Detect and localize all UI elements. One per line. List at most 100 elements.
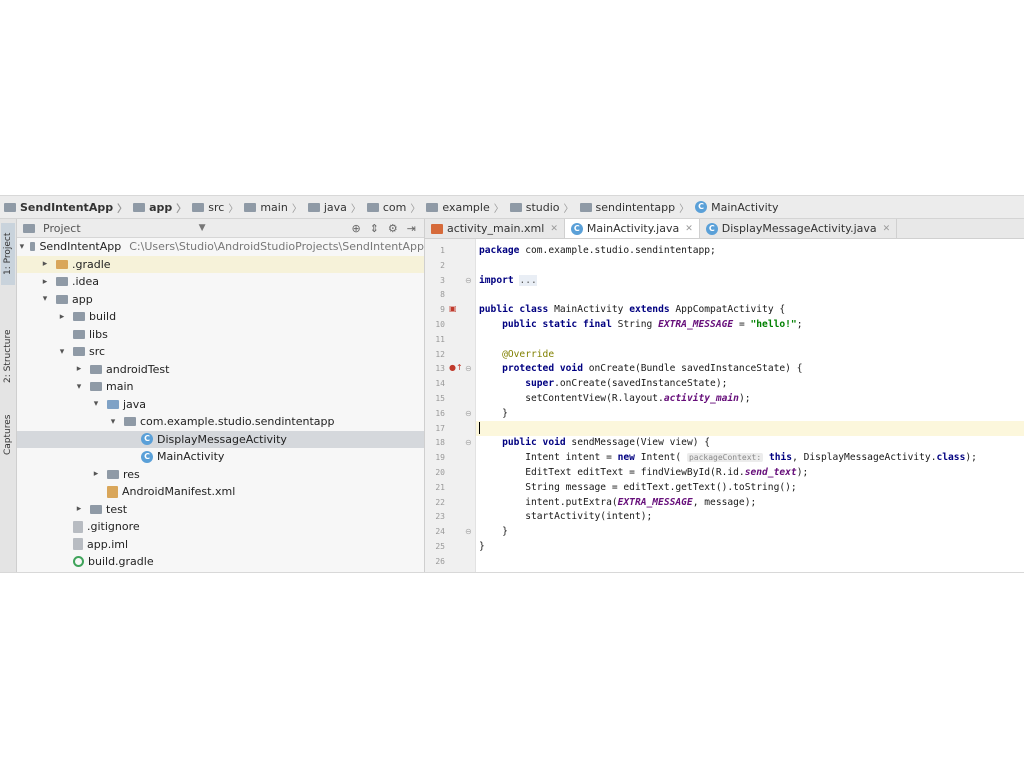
- code-line[interactable]: public class MainActivity extends AppCom…: [476, 302, 1024, 317]
- collapse-all-icon[interactable]: ⇕: [370, 222, 379, 235]
- code-line[interactable]: [476, 420, 1024, 436]
- chevron-down-icon[interactable]: ▾: [74, 382, 84, 392]
- breadcrumb-item[interactable]: studio 〉: [506, 196, 576, 218]
- chevron-right-icon: 〉: [291, 203, 302, 215]
- close-icon[interactable]: ✕: [883, 224, 891, 234]
- editor-tab[interactable]: C DisplayMessageActivity.java ✕: [700, 219, 898, 238]
- chevron-down-icon[interactable]: ▾: [91, 399, 101, 409]
- code-line[interactable]: protected void onCreate(Bundle savedInst…: [476, 361, 1024, 376]
- chevron-right-icon[interactable]: ▸: [40, 259, 50, 269]
- tree-item[interactable]: app.iml: [17, 536, 424, 553]
- breadcrumb-item[interactable]: app 〉: [129, 196, 188, 218]
- code-area[interactable]: package com.example.studio.sendintentapp…: [476, 239, 1024, 572]
- file-icon: [73, 520, 83, 533]
- code-line[interactable]: [476, 287, 1024, 302]
- chevron-down-icon[interactable]: ▾: [20, 242, 25, 252]
- fold-icon[interactable]: ⊖: [465, 527, 472, 536]
- line-number: 2: [440, 260, 445, 270]
- tree-item[interactable]: ▸ .idea: [17, 273, 424, 290]
- fold-icon[interactable]: ⊖: [465, 276, 472, 285]
- tree-item[interactable]: ▸ build: [17, 308, 424, 325]
- code-line[interactable]: EditText editText = findViewById(R.id.se…: [476, 465, 1024, 480]
- chevron-right-icon[interactable]: ▸: [40, 277, 50, 287]
- editor-tab[interactable]: C MainActivity.java ✕: [564, 219, 700, 238]
- tree-item[interactable]: ▾ com.example.studio.sendintentapp: [17, 413, 424, 430]
- breadcrumb-label: main: [260, 200, 288, 214]
- close-icon[interactable]: ✕: [685, 224, 693, 234]
- chevron-right-icon[interactable]: ▸: [74, 504, 84, 514]
- code-line[interactable]: Intent intent = new Intent( packageConte…: [476, 450, 1024, 465]
- code-line[interactable]: super.onCreate(savedInstanceState);: [476, 376, 1024, 391]
- breadcrumb-item[interactable]: java 〉: [304, 196, 363, 218]
- chevron-right-icon[interactable]: ▸: [74, 364, 84, 374]
- code-line[interactable]: startActivity(intent);: [476, 509, 1024, 524]
- scroll-from-source-icon[interactable]: ⊕: [351, 222, 360, 235]
- line-number: 17: [435, 423, 445, 433]
- override-marker-icon[interactable]: ●↑: [449, 363, 463, 372]
- code-line[interactable]: setContentView(R.layout.activity_main);: [476, 391, 1024, 406]
- code-line[interactable]: }: [476, 406, 1024, 421]
- breadcrumb-item[interactable]: SendIntentApp 〉: [0, 196, 129, 218]
- gear-icon[interactable]: ⚙: [388, 222, 398, 235]
- breadcrumb-item[interactable]: com 〉: [363, 196, 423, 218]
- close-icon[interactable]: ✕: [550, 224, 558, 234]
- tree-item[interactable]: ▸ test: [17, 501, 424, 518]
- class-icon: C: [570, 222, 583, 235]
- chevron-down-icon[interactable]: ▼: [199, 223, 206, 233]
- fold-icon[interactable]: ⊖: [465, 409, 472, 418]
- tree-item[interactable]: ▸ .gradle: [17, 255, 424, 273]
- tree-item[interactable]: .gitignore: [17, 518, 424, 535]
- code-line[interactable]: public void sendMessage(View view) {: [476, 435, 1024, 450]
- tree-item[interactable]: ▸ res: [17, 466, 424, 483]
- hide-panel-icon[interactable]: ⇥: [407, 222, 416, 235]
- package-icon: [124, 417, 136, 426]
- code-line[interactable]: @Override: [476, 347, 1024, 362]
- tree-item[interactable]: AndroidManifest.xml: [17, 483, 424, 500]
- editor-tab[interactable]: activity_main.xml ✕: [425, 219, 565, 238]
- captures-tool-tab[interactable]: Captures: [1, 407, 15, 463]
- breadcrumb-item[interactable]: C MainActivity: [691, 196, 780, 218]
- chevron-down-icon[interactable]: ▾: [57, 347, 67, 357]
- breadcrumb-item[interactable]: sendintentapp 〉: [576, 196, 692, 218]
- chevron-down-icon[interactable]: ▾: [108, 417, 118, 427]
- tree-item[interactable]: ▾ app: [17, 291, 424, 308]
- tree-item[interactable]: ▾ main: [17, 378, 424, 395]
- chevron-down-icon[interactable]: ▾: [40, 294, 50, 304]
- code-line[interactable]: intent.putExtra(EXTRA_MESSAGE, message);: [476, 495, 1024, 510]
- code-line[interactable]: }: [476, 539, 1024, 554]
- line-number: 19: [435, 453, 445, 463]
- chevron-right-icon[interactable]: ▸: [57, 312, 67, 322]
- tree-item[interactable]: C MainActivity: [17, 448, 424, 465]
- tree-item-label: res: [123, 467, 140, 481]
- tree-item[interactable]: libs: [17, 326, 424, 343]
- code-line[interactable]: public static final String EXTRA_MESSAGE…: [476, 317, 1024, 332]
- folder-icon: [56, 294, 68, 304]
- code-line[interactable]: import ...: [476, 273, 1024, 288]
- tree-item[interactable]: build.gradle: [17, 553, 424, 570]
- breadcrumb-item[interactable]: src 〉: [188, 196, 240, 218]
- project-icon: [4, 202, 16, 212]
- code-line[interactable]: }: [476, 524, 1024, 539]
- breadcrumb-item[interactable]: main 〉: [240, 196, 303, 218]
- project-tool-tab[interactable]: 1: Project: [1, 223, 15, 285]
- code-line[interactable]: [476, 332, 1024, 347]
- source-folder-icon: [107, 399, 119, 409]
- code-line[interactable]: package com.example.studio.sendintentapp…: [476, 243, 1024, 258]
- tree-item[interactable]: ▸ androidTest: [17, 361, 424, 378]
- tree-item[interactable]: C DisplayMessageActivity: [17, 430, 424, 448]
- project-view-selector[interactable]: Project: [43, 222, 81, 235]
- layout-marker-icon[interactable]: ▣: [449, 304, 457, 313]
- tree-item[interactable]: ▾ SendIntentApp C:\Users\Studio\AndroidStu…: [17, 238, 424, 255]
- code-line-text: package com.example.studio.sendintentapp…: [479, 245, 716, 256]
- fold-icon[interactable]: ⊖: [465, 364, 472, 373]
- tree-item[interactable]: ▾ java: [17, 396, 424, 413]
- fold-icon[interactable]: ⊖: [465, 438, 472, 447]
- structure-tool-tab[interactable]: 2: Structure: [1, 319, 15, 393]
- tree-item[interactable]: ▾ src: [17, 343, 424, 360]
- code-line[interactable]: String message = editText.getText().toSt…: [476, 480, 1024, 495]
- chevron-right-icon[interactable]: ▸: [91, 469, 101, 479]
- code-line-text: }: [479, 407, 508, 419]
- code-line[interactable]: [476, 258, 1024, 273]
- code-line[interactable]: [476, 554, 1024, 569]
- breadcrumb-item[interactable]: example 〉: [422, 196, 505, 218]
